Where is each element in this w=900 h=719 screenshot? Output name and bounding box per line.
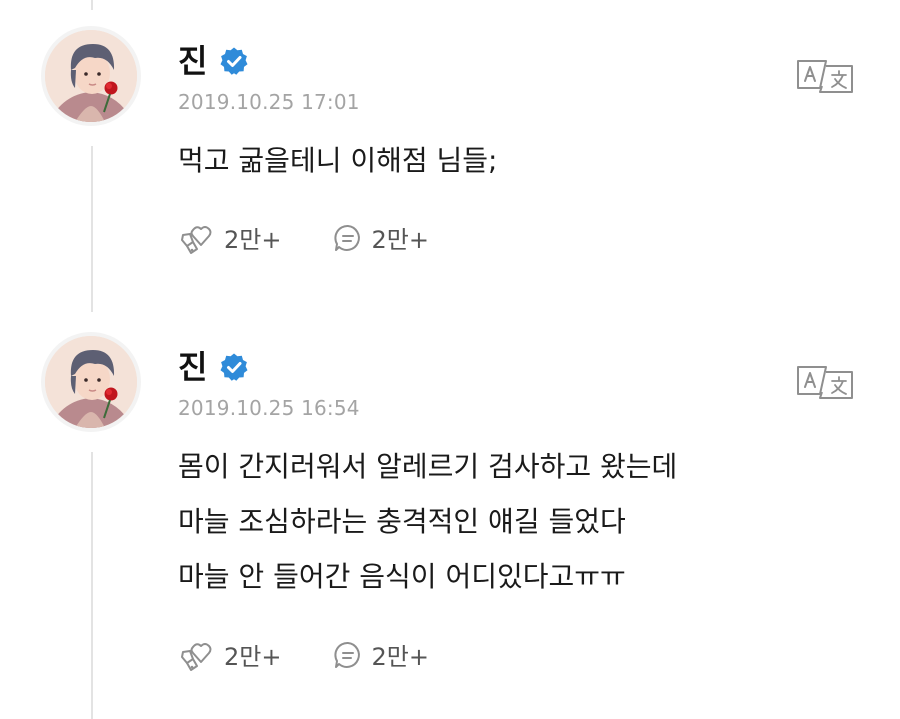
post-body: 먹고 굶을테니 이해점 님들; [178,133,498,188]
like-icon [181,642,212,671]
translate-icon [797,366,853,399]
like-count: 2만+ [224,226,282,254]
post-feed: 진 2019.10.25 17:01 먹고 굶을테니 이해점 님들; 2만+ 2… [0,0,900,719]
post-body: 몸이 간지러워서 알레르기 검사하고 왔는데 마늘 조심하라는 충격적인 얘길 … [178,439,677,604]
post-body-line: 마늘 안 들어간 음식이 어디있다고ㅠㅠ [178,560,626,593]
author-row: 진 [178,41,249,81]
post-actions: 2만+ 2만+ [178,220,429,255]
comment-count: 2만+ [371,643,429,671]
post-body-line: 몸이 간지러워서 알레르기 검사하고 왔는데 [178,450,678,483]
like-count: 2만+ [224,643,282,671]
verified-badge-icon [220,353,248,381]
author-row: 진 [178,347,249,387]
comment-icon [334,641,361,668]
author-name[interactable]: 진 [178,347,207,387]
post: 진 2019.10.25 17:01 먹고 굶을테니 이해점 님들; 2만+ 2… [0,0,900,320]
like-icon [181,225,212,254]
post-timestamp: 2019.10.25 16:54 [178,396,360,420]
translate-button[interactable] [795,364,855,400]
post: 진 2019.10.25 16:54 몸이 간지러워서 알레르기 검사하고 왔는… [0,306,900,719]
comment-button[interactable]: 2만+ [333,220,429,255]
post-body-line: 먹고 굶을테니 이해점 님들; [178,144,498,177]
translate-button[interactable] [795,58,855,94]
post-timestamp: 2019.10.25 17:01 [178,90,360,114]
like-button[interactable]: 2만+ [178,220,281,255]
author-name[interactable]: 진 [178,41,207,81]
comment-count: 2만+ [371,226,429,254]
comment-button[interactable]: 2만+ [333,637,429,672]
like-button[interactable]: 2만+ [178,637,281,672]
avatar[interactable] [41,332,141,432]
avatar[interactable] [41,26,141,126]
verified-badge-icon [220,47,248,75]
comment-icon [334,224,361,251]
post-actions: 2만+ 2만+ [178,637,429,672]
post-body-line: 마늘 조심하라는 충격적인 얘길 들었다 [178,505,626,538]
translate-icon [797,60,853,93]
